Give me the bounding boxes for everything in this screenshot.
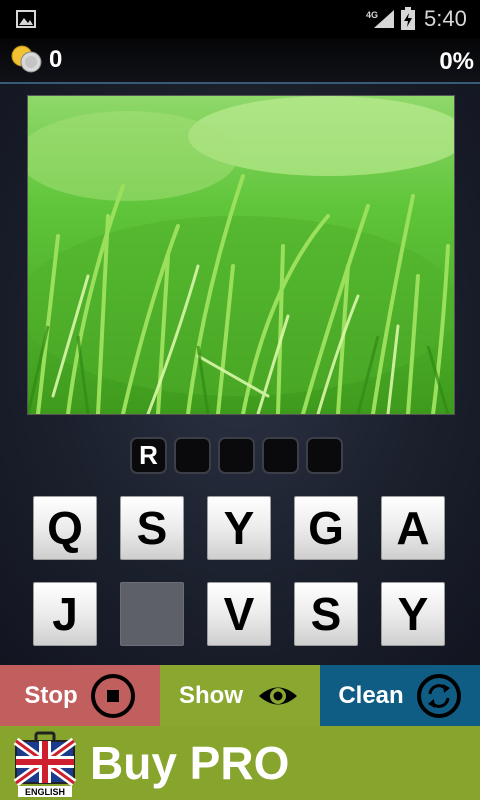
progress-percent: 0% xyxy=(439,48,474,75)
signal-icon: 4G xyxy=(366,10,394,28)
clock: 5:40 xyxy=(424,6,467,31)
answer-slot-3[interactable] xyxy=(218,437,255,474)
action-bar: Stop Show Clean xyxy=(0,665,480,726)
coins-icon xyxy=(11,45,42,73)
battery-icon xyxy=(401,7,415,30)
refresh-icon xyxy=(416,673,461,718)
language-flag-icon[interactable]: ENGLISH xyxy=(12,731,78,797)
letter-key[interactable]: J xyxy=(33,582,97,646)
letter-key[interactable]: S xyxy=(294,582,358,646)
status-bar: 4G 5:40 xyxy=(0,0,480,38)
eye-icon xyxy=(259,687,297,704)
letter-key[interactable]: V xyxy=(207,582,271,646)
stop-label: Stop xyxy=(24,681,78,709)
used-letter-key xyxy=(120,582,184,646)
puzzle-image-grass xyxy=(27,95,455,415)
buy-pro-banner[interactable]: ENGLISH Buy PRO xyxy=(0,726,480,800)
answer-slot-5[interactable] xyxy=(306,437,343,474)
buy-pro-label: Buy PRO xyxy=(90,737,290,789)
letter-key[interactable]: G xyxy=(294,496,358,560)
letter-key[interactable]: Y xyxy=(381,582,445,646)
score-bar: 0 0% xyxy=(0,38,480,84)
show-label: Show xyxy=(179,681,243,709)
game-area: R Q S Y G A J V S Y xyxy=(0,84,480,665)
clean-label: Clean xyxy=(338,681,404,709)
answer-slot-4[interactable] xyxy=(262,437,299,474)
answer-slot-2[interactable] xyxy=(174,437,211,474)
answer-slots: R xyxy=(130,437,343,474)
svg-text:4G: 4G xyxy=(366,10,378,20)
svg-text:ENGLISH: ENGLISH xyxy=(25,787,65,797)
stop-icon xyxy=(90,673,135,718)
letter-key[interactable]: S xyxy=(120,496,184,560)
gallery-notification-icon xyxy=(16,10,36,28)
coin-count: 0 xyxy=(49,46,63,73)
answer-slot-1[interactable]: R xyxy=(130,437,167,474)
letter-key[interactable]: A xyxy=(381,496,445,560)
show-button[interactable]: Show xyxy=(160,665,320,726)
letter-key[interactable]: Q xyxy=(33,496,97,560)
letter-key[interactable]: Y xyxy=(207,496,271,560)
clean-button[interactable]: Clean xyxy=(320,665,480,726)
stop-button[interactable]: Stop xyxy=(0,665,160,726)
